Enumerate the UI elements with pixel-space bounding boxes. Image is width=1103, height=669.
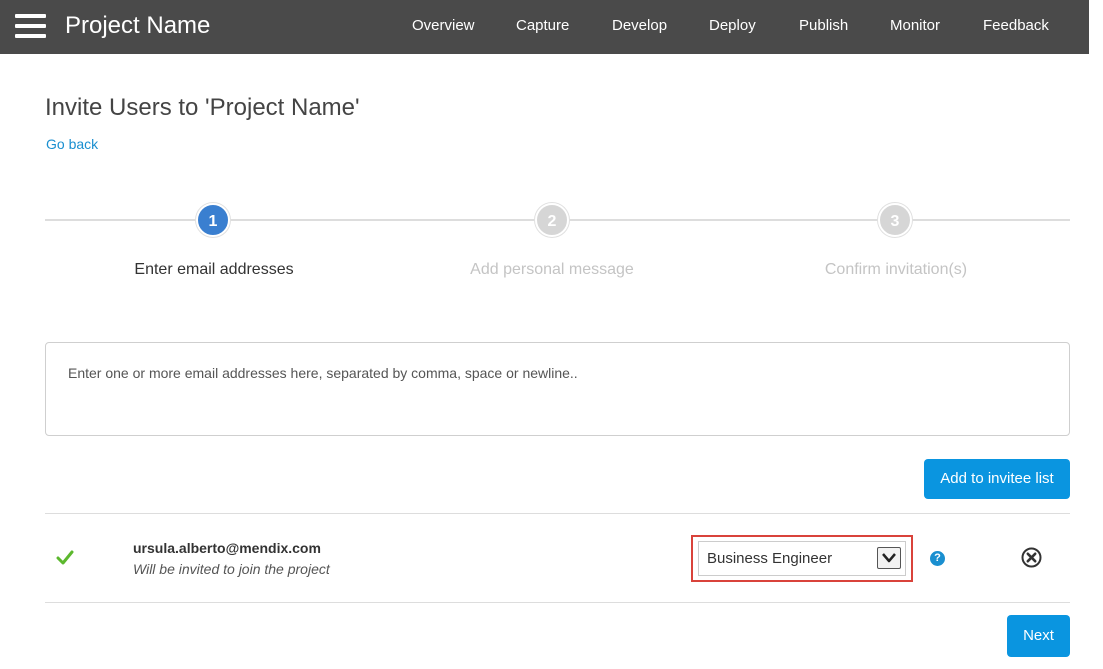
next-button[interactable]: Next (1007, 615, 1070, 657)
close-circle-icon[interactable] (1021, 547, 1042, 568)
nav-feedback[interactable]: Feedback (983, 17, 1049, 35)
role-select[interactable]: Business Engineer (698, 541, 906, 576)
invitee-email: ursula.alberto@mendix.com (133, 540, 321, 556)
checkmark-icon (56, 550, 74, 565)
chevron-down-icon[interactable] (877, 547, 901, 569)
nav-publish[interactable]: Publish (799, 17, 848, 35)
top-navigation-bar: Project Name Overview Capture Develop De… (0, 0, 1103, 54)
go-back-link[interactable]: Go back (46, 135, 98, 153)
step-2-label: Add personal message (470, 261, 634, 278)
add-to-invitee-list-button[interactable]: Add to invitee list (924, 459, 1070, 499)
nav-develop[interactable]: Develop (612, 17, 667, 35)
step-3-label: Confirm invitation(s) (824, 261, 968, 278)
divider-bottom (45, 602, 1070, 603)
hamburger-menu-icon[interactable] (15, 14, 46, 38)
step-1-circle: 1 (196, 203, 230, 237)
step-3-circle: 3 (878, 203, 912, 237)
project-name[interactable]: Project Name (65, 11, 210, 41)
nav-capture[interactable]: Capture (516, 17, 569, 35)
nav-monitor[interactable]: Monitor (890, 17, 940, 35)
email-addresses-input[interactable] (45, 342, 1070, 436)
step-2-circle: 2 (535, 203, 569, 237)
step-1-label: Enter email addresses (134, 261, 294, 278)
role-select-value: Business Engineer (707, 550, 833, 567)
question-icon[interactable]: ? (930, 551, 945, 566)
invitee-note: Will be invited to join the project (133, 561, 330, 577)
divider-top (45, 513, 1070, 514)
nav-deploy[interactable]: Deploy (709, 17, 756, 35)
nav-overview[interactable]: Overview (412, 17, 475, 35)
page-title: Invite Users to 'Project Name' (45, 94, 360, 121)
